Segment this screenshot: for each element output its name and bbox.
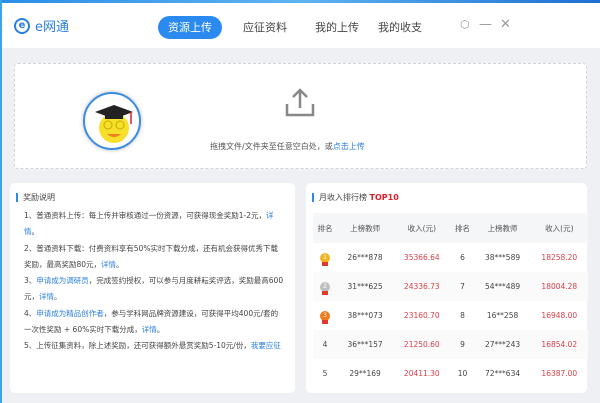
reward-text: 。	[116, 259, 124, 269]
reward-text: 。	[54, 292, 62, 302]
teacher-cell: 38***073	[347, 311, 383, 320]
table-row: 2 31***625 24336.73 7 54***489 18004.28	[313, 272, 588, 301]
ranking-table: 排名 上榜教师 收入(元) 排名 上榜教师 收入(元) 1 26***878 353…	[313, 213, 588, 388]
col-teacher: 上榜教师	[474, 213, 531, 243]
teacher-cell: 29**169	[349, 369, 381, 378]
medal-icon: 1	[320, 253, 330, 266]
teacher-cell: 27***243	[474, 330, 531, 359]
col-rank: 排名	[450, 213, 475, 243]
income-cell: 18004.28	[530, 272, 588, 301]
teacher-cell: 54***489	[474, 272, 531, 301]
click-upload-link[interactable]: 点击上传	[333, 142, 365, 151]
rewards-list: 1、普通资料上传：每上传并审核通过一份资源，可获得现金奖励1-2元，详情。 2、…	[24, 208, 284, 355]
rank-cell: 4	[313, 330, 337, 359]
rank-cell: 9	[450, 330, 475, 359]
tab-solicited-materials[interactable]: 应征资料	[233, 16, 297, 39]
settings-icon[interactable]: ⬡	[460, 18, 470, 31]
apply-researcher-link[interactable]: 申请成为调研员	[36, 276, 89, 285]
rank-cell: 7	[450, 272, 475, 301]
rewards-panel: 奖励说明 1、普通资料上传：每上传并审核通过一份资源，可获得现金奖励1-2元，详…	[10, 183, 295, 393]
rank-cell: 10	[457, 369, 468, 378]
income-cell: 18258.20	[541, 253, 578, 262]
upload-drop-zone[interactable]: 拖拽文件/文件夹至任意空白处，或点击上传	[14, 63, 587, 169]
reward-text: 3、	[24, 276, 37, 286]
table-header: 排名 上榜教师 收入(元) 排名 上榜教师 收入(元)	[313, 213, 588, 243]
ranking-panel: 月收入排行榜 TOP10 排名 上榜教师 收入(元) 排名 上榜教师 收入(元)…	[306, 183, 588, 393]
table-row: 5 29**169 20411.30 10 72***634 16387.00	[313, 359, 588, 388]
reward-text: 。	[156, 325, 165, 335]
upload-hint: 拖拽文件/文件夹至任意空白处，或点击上传	[210, 141, 365, 152]
teacher-cell: 26***878	[347, 253, 383, 262]
avatar	[83, 92, 141, 150]
reward-text: 4、	[24, 308, 37, 318]
rewards-title: 奖励说明	[16, 193, 55, 202]
col-income: 收入(元)	[530, 213, 588, 243]
minimize-icon[interactable]: —	[479, 17, 492, 32]
teacher-cell: 16**258	[486, 311, 519, 320]
table-row: 4 36***157 21250.60 9 27***243 16854.02	[313, 330, 588, 359]
col-teacher: 上榜教师	[337, 213, 394, 243]
reward-item: 1、普通资料上传：每上传并审核通过一份资源，可获得现金奖励1-2元，详情。	[24, 208, 284, 241]
upload-icon[interactable]	[284, 88, 316, 118]
rank-cell: 5	[322, 369, 328, 378]
teacher-cell: 72***634	[485, 369, 521, 378]
table-row: 3 38***073 23160.70 8 16**258 16948.00	[313, 301, 588, 330]
close-icon[interactable]: ✕	[500, 17, 511, 32]
ranking-title: 月收入排行榜 TOP10	[312, 193, 399, 202]
rank-cell: 1	[313, 243, 337, 272]
reward-item: 3、申请成为调研员，完成签约授权，可以参与月度耕耘奖评选，奖励最高600元，详情…	[24, 273, 284, 306]
details-link[interactable]: 详情	[142, 325, 157, 334]
teacher-cell: 38***589	[485, 253, 521, 262]
app-name: e网通	[35, 20, 69, 35]
rank-cell: 6	[460, 253, 465, 262]
tab-resource-upload[interactable]: 资源上传	[158, 16, 222, 39]
details-link[interactable]: 详情	[101, 260, 116, 269]
income-cell: 20411.30	[403, 369, 440, 378]
details-link[interactable]: 详情	[39, 292, 54, 301]
col-rank: 排名	[313, 213, 337, 243]
reward-text: 1、普通资料上传：每上传并审核通过一份资源，可获得现金奖励1-2元，	[24, 211, 267, 220]
income-cell: 24336.73	[393, 272, 451, 301]
window-left-edge	[0, 0, 2, 403]
income-cell: 16854.02	[530, 330, 588, 359]
table-row: 1 26***878 35366.64 6 38***589 18258.20	[313, 243, 588, 272]
app-logo: e e网通	[14, 16, 69, 35]
ranking-title-text: 月收入排行榜	[319, 193, 367, 202]
reward-text: 5、上传征集资料，除上述奖励，还可获得额外悬赏奖励5-10元/份，	[24, 341, 251, 351]
upload-hint-text: 拖拽文件/文件夹至任意空白处，或	[210, 142, 333, 151]
apply-solicit-link[interactable]: 我要应征	[251, 341, 281, 350]
medal-icon: 3	[320, 311, 330, 324]
income-cell: 16387.00	[541, 369, 578, 378]
medal-icon: 2	[320, 282, 330, 295]
reward-text: 。	[31, 227, 40, 237]
income-cell: 35366.64	[403, 253, 440, 262]
apply-creator-link[interactable]: 申请成为精品创作者	[36, 309, 104, 318]
rank-cell: 2	[313, 272, 337, 301]
col-income: 收入(元)	[393, 213, 451, 243]
reward-item: 2、普通资料下载：付费资料享有50%实时下载分成，还有机会获得优秀下载奖励，最高…	[24, 241, 284, 274]
teacher-cell: 36***157	[337, 330, 394, 359]
teacher-cell: 31***625	[337, 272, 394, 301]
rank-cell: 3	[313, 301, 337, 330]
logo-icon: e	[14, 17, 30, 34]
income-cell: 23160.70	[403, 311, 440, 320]
rank-cell: 8	[460, 311, 465, 320]
top10-badge: TOP10	[369, 193, 399, 202]
reward-item: 5、上传征集资料，除上述奖励，还可获得额外悬赏奖励5-10元/份，我要应征	[24, 338, 284, 354]
income-cell: 16948.00	[541, 311, 578, 320]
tab-my-finances[interactable]: 我的收支	[368, 16, 432, 39]
income-cell: 21250.60	[393, 330, 451, 359]
title-bar: e e网通 资源上传 应征资料 我的上传 我的收支 ⬡ — ✕	[2, 3, 600, 48]
tab-my-uploads[interactable]: 我的上传	[305, 16, 369, 39]
reward-text: 2、普通资料下载：付费资料享有50%实时下载分成，还有机会获得优秀下载奖励，最高…	[24, 243, 278, 269]
reward-item: 4、申请成为精品创作者，参与学科网品牌资源建设，可获得平均400元/套的一次性奖…	[24, 306, 284, 339]
